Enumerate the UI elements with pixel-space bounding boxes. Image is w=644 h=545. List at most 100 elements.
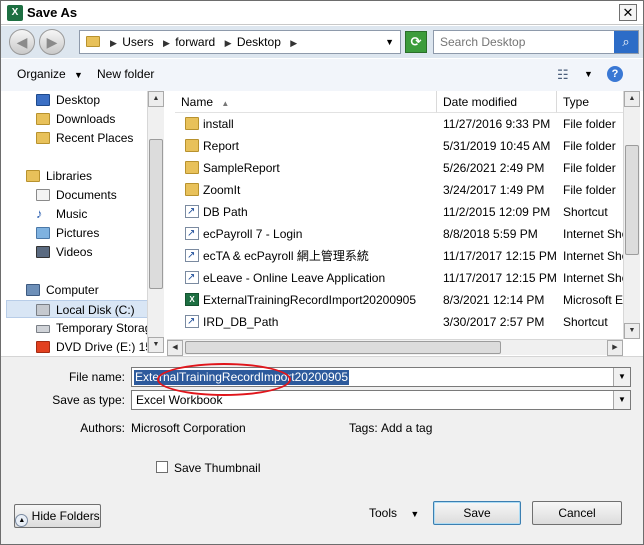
scroll-left-icon[interactable]: ◀ (167, 340, 183, 356)
file-type: Internet Sho (563, 227, 623, 241)
cancel-button[interactable]: Cancel (532, 501, 622, 525)
breadcrumb-users[interactable]: Users (122, 35, 153, 49)
file-type: Microsoft Ex (563, 293, 623, 307)
nav-item-label: Temporary Storage (56, 321, 159, 335)
chevron-right-icon[interactable]: ▶ (290, 38, 297, 48)
refresh-icon: ⟳ (410, 34, 422, 49)
file-name: ExternalTrainingRecordImport20200905 (203, 293, 417, 307)
column-header-date-modified[interactable]: Date modified (437, 91, 557, 113)
folder-icon (185, 117, 199, 130)
save-button[interactable]: Save (433, 501, 521, 525)
scroll-up-icon[interactable]: ▲ (148, 91, 164, 107)
column-header-name[interactable]: Name ▲ (175, 91, 437, 113)
organize-menu[interactable]: Organize ▼ (17, 67, 83, 81)
file-list: Name ▲ Date modified Type install 11/27/… (167, 91, 639, 339)
file-date: 11/17/2017 12:15 PM (443, 271, 557, 285)
breadcrumb-forward[interactable]: forward (175, 35, 215, 49)
file-row[interactable]: X ExternalTrainingRecordImport20200905 8… (167, 289, 623, 311)
file-name: Report (203, 139, 240, 153)
address-dropdown-icon[interactable]: ▼ (385, 31, 394, 53)
file-type: File folder (563, 117, 616, 131)
help-icon[interactable]: ? (607, 66, 623, 82)
breadcrumb-desktop[interactable]: Desktop (237, 35, 281, 49)
computer-icon (26, 284, 40, 296)
file-row[interactable]: DB Path 11/2/2015 12:09 PM Shortcut (167, 201, 623, 223)
address-row: ◀ ▶ ▶ Users ▶ forward ▶ Desktop ▶ ▼ ⟳ ⌕ (1, 26, 643, 58)
drive-icon (36, 325, 50, 333)
file-row[interactable]: ecPayroll 7 - Login 8/8/2018 5:59 PM Int… (167, 223, 623, 245)
nav-item-label: Documents (56, 188, 117, 202)
nav-item-libraries[interactable]: Libraries (6, 167, 150, 185)
chevron-right-icon[interactable]: ▶ (163, 38, 170, 48)
authors-value[interactable]: Microsoft Corporation (131, 421, 246, 435)
folder-icon (86, 36, 100, 47)
tags-label: Tags: (349, 421, 378, 435)
nav-item-downloads[interactable]: Downloads (6, 110, 150, 128)
scroll-up-icon[interactable]: ▲ (624, 91, 640, 107)
scrollbar-thumb[interactable] (149, 139, 163, 289)
tags-input[interactable]: Add a tag (381, 421, 432, 435)
file-name: IRD_DB_Path (203, 315, 279, 329)
folder-icon (185, 161, 199, 174)
command-bar: Organize ▼ New folder ☷ ▼ ? (1, 59, 643, 91)
file-list-scrollbar[interactable]: ▲ ▼ (623, 91, 640, 339)
desktop-icon (36, 94, 50, 106)
file-row[interactable]: Report 5/31/2019 10:45 AM File folder (167, 135, 623, 157)
file-row[interactable]: ecTA & ecPayroll 網上管理系統 11/17/2017 12:15… (167, 245, 623, 267)
folder-icon (185, 139, 199, 152)
file-row[interactable]: eLeave - Online Leave Application 11/17/… (167, 267, 623, 289)
window-title: Save As (27, 5, 78, 20)
folder-icon (185, 183, 199, 196)
search-box: ⌕ (433, 30, 639, 54)
nav-item-documents[interactable]: Documents (6, 186, 150, 204)
chevron-down-icon[interactable]: ▼ (613, 391, 630, 409)
refresh-button[interactable]: ⟳ (405, 31, 427, 53)
file-row[interactable]: SampleReport 5/26/2021 2:49 PM File fold… (167, 157, 623, 179)
scrollbar-thumb[interactable] (625, 145, 639, 255)
save-thumbnail-checkbox[interactable] (156, 461, 168, 473)
address-bar[interactable]: ▶ Users ▶ forward ▶ Desktop ▶ ▼ (79, 30, 401, 54)
scroll-right-icon[interactable]: ▶ (607, 340, 623, 356)
internet-shortcut-icon (185, 245, 199, 267)
file-list-horizontal-scrollbar[interactable]: ◀ ▶ (167, 339, 623, 356)
file-name: DB Path (203, 205, 248, 219)
new-folder-button[interactable]: New folder (97, 67, 154, 81)
search-icon[interactable]: ⌕ (614, 31, 638, 53)
file-name: ZoomIt (203, 183, 241, 197)
nav-item-desktop[interactable]: Desktop (6, 91, 150, 109)
back-button[interactable]: ◀ (9, 29, 35, 55)
scroll-down-icon[interactable]: ▼ (624, 323, 640, 339)
hide-folders-button[interactable]: ▲ Hide Folders (14, 504, 101, 528)
nav-item-label: Pictures (56, 226, 100, 240)
column-header-label: Name (181, 95, 214, 109)
change-view-icon[interactable]: ☷ (557, 67, 569, 83)
forward-arrow-icon: ▶ (46, 34, 58, 50)
view-options-dropdown-icon[interactable]: ▼ (584, 69, 593, 79)
nav-item-dvd-drive[interactable]: DVD Drive (E:) 15.0 (6, 338, 162, 353)
file-type: Internet Sho (563, 271, 623, 285)
chevron-right-icon[interactable]: ▶ (110, 38, 117, 48)
nav-item-music[interactable]: ♪ Music (6, 205, 150, 223)
file-row[interactable]: install 11/27/2016 9:33 PM File folder (167, 113, 623, 135)
close-button[interactable]: ✕ (619, 4, 637, 21)
scroll-down-icon[interactable]: ▼ (148, 337, 164, 353)
file-row[interactable]: IRD_DB_Path 3/30/2017 2:57 PM Shortcut (167, 311, 623, 333)
nav-item-computer[interactable]: Computer (6, 281, 150, 299)
chevron-down-icon: ▼ (74, 70, 83, 80)
nav-item-local-disk[interactable]: Local Disk (C:) (6, 300, 150, 318)
nav-item-recent-places[interactable]: Recent Places (6, 129, 150, 147)
tools-menu[interactable]: Tools ▼ (369, 506, 419, 520)
downloads-folder-icon (36, 113, 50, 125)
breadcrumb: ▶ Users ▶ forward ▶ Desktop ▶ (106, 31, 299, 54)
scrollbar-thumb[interactable] (185, 341, 501, 354)
forward-button[interactable]: ▶ (39, 29, 65, 55)
file-row[interactable]: ZoomIt 3/24/2017 1:49 PM File folder (167, 179, 623, 201)
navigation-scrollbar[interactable]: ▲ ▼ (147, 91, 164, 353)
nav-item-videos[interactable]: Videos (6, 243, 150, 261)
nav-item-pictures[interactable]: Pictures (6, 224, 150, 242)
search-input[interactable] (434, 31, 614, 53)
file-type: Shortcut (563, 315, 608, 329)
chevron-down-icon[interactable]: ▼ (613, 368, 630, 386)
nav-item-temporary-storage[interactable]: Temporary Storage (6, 319, 158, 337)
chevron-right-icon[interactable]: ▶ (225, 38, 232, 48)
